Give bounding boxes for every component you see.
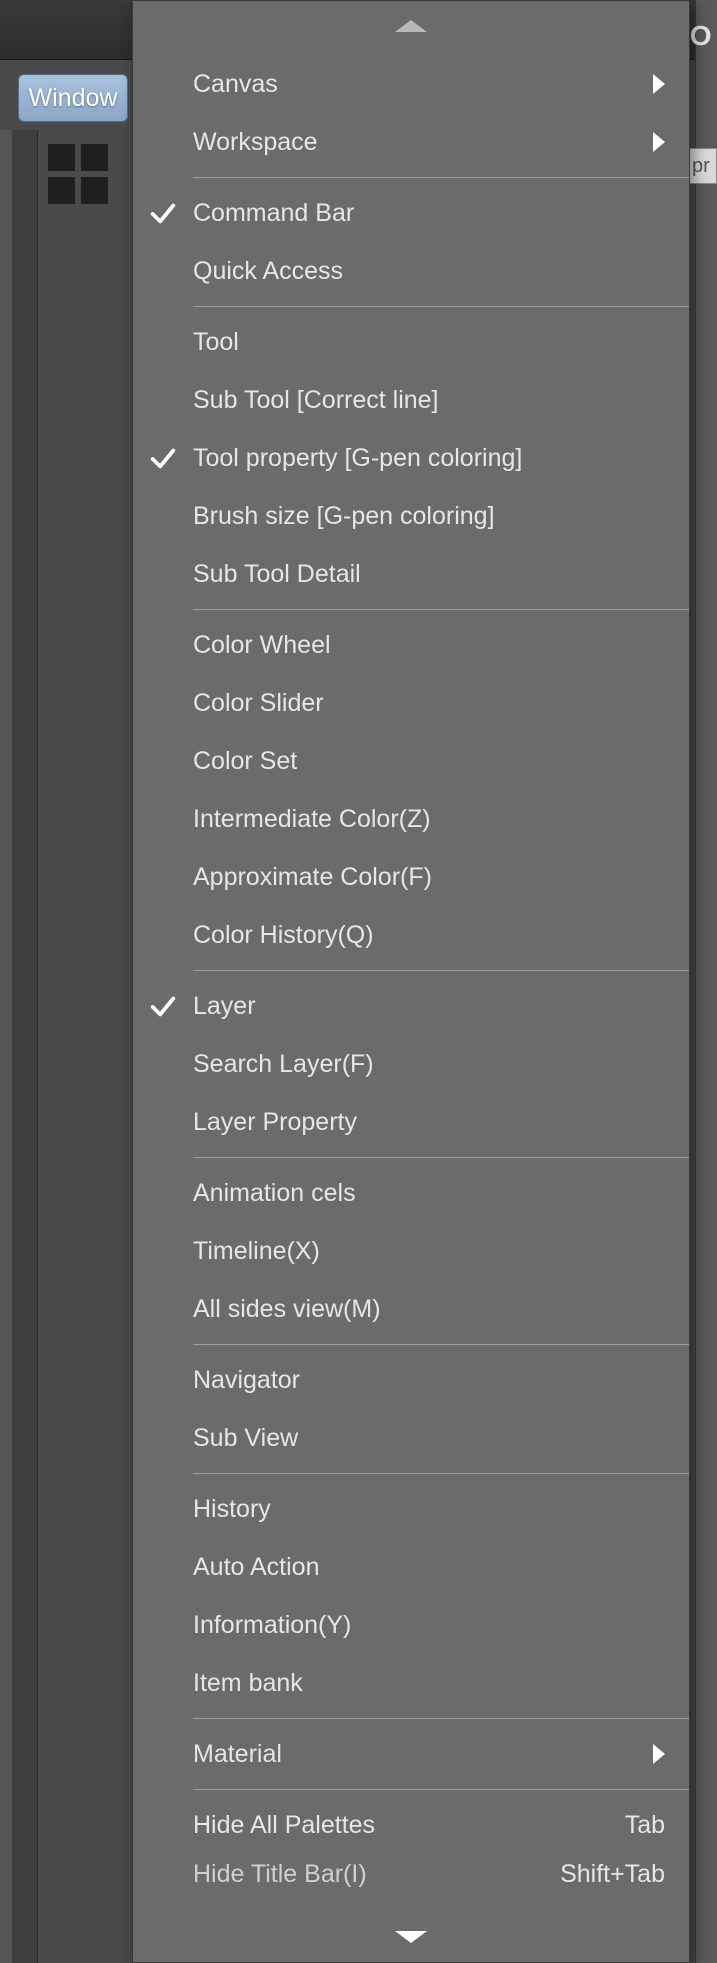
menu-item-accelerator: Shift+Tab (560, 1860, 665, 1889)
chevron-up-icon (395, 20, 427, 32)
window-menu-button[interactable]: Window (18, 74, 128, 122)
menu-item-material[interactable]: Material (133, 1725, 689, 1783)
menu-item-navigator[interactable]: Navigator (133, 1351, 689, 1409)
menu-item-layer[interactable]: Layer (133, 977, 689, 1035)
menu-separator (193, 609, 689, 610)
left-dock-edge (0, 130, 12, 1963)
menu-item-label: Animation cels (193, 1179, 665, 1208)
window-menu-button-label: Window (29, 84, 118, 113)
menu-item-label: All sides view(M) (193, 1295, 665, 1324)
menu-separator (193, 1157, 689, 1158)
menu-item-workspace[interactable]: Workspace (133, 113, 689, 171)
menu-item-label: Layer (193, 992, 665, 1021)
menu-item-label: Color Set (193, 747, 665, 776)
menu-item-intermediate-color-z[interactable]: Intermediate Color(Z) (133, 790, 689, 848)
menu-item-label: Brush size [G-pen coloring] (193, 502, 665, 531)
menu-item-color-set[interactable]: Color Set (133, 732, 689, 790)
menu-item-auto-action[interactable]: Auto Action (133, 1538, 689, 1596)
menu-scroll-up[interactable] (133, 1, 689, 51)
menu-item-label: Color Slider (193, 689, 665, 718)
check-icon (145, 195, 181, 231)
menu-item-label: Information(Y) (193, 1611, 665, 1640)
menu-item-label: Sub View (193, 1424, 665, 1453)
menu-item-label: Item bank (193, 1669, 665, 1698)
menu-item-label: Tool (193, 328, 665, 357)
menu-item-command-bar[interactable]: Command Bar (133, 184, 689, 242)
menu-item-hide-all-palettes[interactable]: Hide All Palettes Tab (133, 1796, 689, 1854)
menu-item-sub-view[interactable]: Sub View (133, 1409, 689, 1467)
menu-separator (193, 1344, 689, 1345)
menu-separator (193, 1789, 689, 1790)
chevron-right-icon (653, 132, 665, 152)
chevron-right-icon (653, 74, 665, 94)
menu-item-layer-property[interactable]: Layer Property (133, 1093, 689, 1151)
right-dock-strip (695, 0, 717, 1963)
menu-item-label: Timeline(X) (193, 1237, 665, 1266)
menu-item-label: Sub Tool [Correct line] (193, 386, 665, 415)
menu-item-label: Quick Access (193, 257, 665, 286)
menu-item-label: Color History(Q) (193, 921, 665, 950)
menu-item-all-sides-view-m[interactable]: All sides view(M) (133, 1280, 689, 1338)
menu-item-label: Canvas (193, 70, 641, 99)
menu-item-sub-tool-detail[interactable]: Sub Tool Detail (133, 545, 689, 603)
menu-item-label: History (193, 1495, 665, 1524)
menu-item-information-y[interactable]: Information(Y) (133, 1596, 689, 1654)
menu-item-brush-size-g-pen-coloring[interactable]: Brush size [G-pen coloring] (133, 487, 689, 545)
menu-item-tool[interactable]: Tool (133, 313, 689, 371)
menu-item-label: Hide All Palettes (193, 1811, 605, 1840)
right-dock-field[interactable]: pr (687, 148, 717, 184)
menu-item-hide-title-bar-i[interactable]: Hide Title Bar(I) Shift+Tab (133, 1854, 689, 1894)
menu-separator (193, 1473, 689, 1474)
chevron-down-icon (395, 1931, 427, 1943)
menu-item-quick-access[interactable]: Quick Access (133, 242, 689, 300)
menu-item-label: Approximate Color(F) (193, 863, 665, 892)
menu-separator (193, 1718, 689, 1719)
menu-item-label: Intermediate Color(Z) (193, 805, 665, 834)
menu-item-label: Auto Action (193, 1553, 665, 1582)
check-icon (145, 440, 181, 476)
menu-item-animation-cels[interactable]: Animation cels (133, 1164, 689, 1222)
menu-item-history[interactable]: History (133, 1480, 689, 1538)
menu-item-approximate-color-f[interactable]: Approximate Color(F) (133, 848, 689, 906)
menu-item-canvas[interactable]: Canvas (133, 55, 689, 113)
menu-item-label: Navigator (193, 1366, 665, 1395)
menu-item-label: Material (193, 1740, 641, 1769)
menu-item-tool-property-g-pen-coloring[interactable]: Tool property [G-pen coloring] (133, 429, 689, 487)
menu-separator (193, 970, 689, 971)
window-menu-dropdown: Canvas Workspace Command Bar Quick Access To… (132, 0, 690, 1963)
menu-item-color-history-q[interactable]: Color History(Q) (133, 906, 689, 964)
menu-item-label: Workspace (193, 128, 641, 157)
menu-item-timeline-x[interactable]: Timeline(X) (133, 1222, 689, 1280)
menu-scroll-down[interactable] (133, 1912, 689, 1962)
menu-separator (193, 306, 689, 307)
menu-item-search-layer-f[interactable]: Search Layer(F) (133, 1035, 689, 1093)
menu-item-sub-tool-correct-line[interactable]: Sub Tool [Correct line] (133, 371, 689, 429)
menu-item-accelerator: Tab (625, 1811, 665, 1840)
menu-item-label: Color Wheel (193, 631, 665, 660)
menu-item-item-bank[interactable]: Item bank (133, 1654, 689, 1712)
menu-item-label: Layer Property (193, 1108, 665, 1137)
menu-item-label: Command Bar (193, 199, 665, 228)
menu-item-color-slider[interactable]: Color Slider (133, 674, 689, 732)
menu-body: Canvas Workspace Command Bar Quick Access To… (133, 51, 689, 1912)
menu-item-label: Sub Tool Detail (193, 560, 665, 589)
menu-item-label: Hide Title Bar(I) (193, 1860, 540, 1889)
menu-separator (193, 177, 689, 178)
menu-item-color-wheel[interactable]: Color Wheel (133, 616, 689, 674)
menu-item-label: Tool property [G-pen coloring] (193, 444, 665, 473)
menu-item-label: Search Layer(F) (193, 1050, 665, 1079)
check-icon (145, 988, 181, 1024)
grid-view-icon[interactable] (48, 144, 108, 204)
chevron-right-icon (653, 1744, 665, 1764)
